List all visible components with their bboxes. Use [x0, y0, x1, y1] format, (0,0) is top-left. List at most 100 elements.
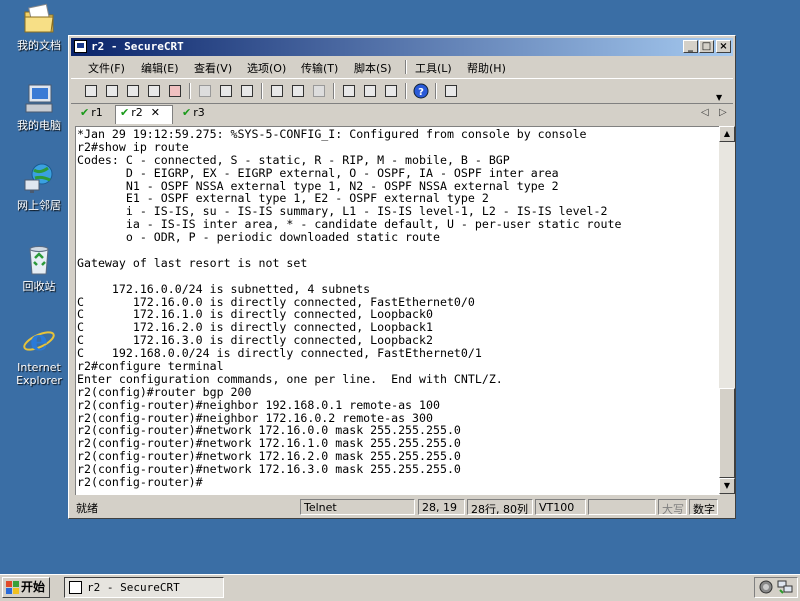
tab-close-icon[interactable]: ✕: [151, 106, 160, 119]
network-places-icon: [22, 162, 56, 196]
window-title: r2 - SecureCRT: [91, 40, 184, 53]
menu-options[interactable]: 选项(O): [247, 60, 286, 76]
terminal-line: D - EIGRP, EX - EIGRP external, O - OSPF…: [77, 165, 559, 180]
status-protocol: Telnet: [300, 499, 415, 515]
terminal-lines: *Jan 29 19:12:59.275: %SYS-5-CONFIG_I: C…: [77, 128, 621, 489]
connected-check-icon: ✔: [182, 106, 192, 119]
scroll-up-button[interactable]: ▲: [719, 126, 735, 142]
tab-label: r3: [193, 106, 205, 119]
tab-scroll-right-icon[interactable]: ▷: [719, 107, 727, 118]
system-tray: [754, 577, 798, 598]
status-ready: 就绪: [76, 502, 98, 515]
print-setup-icon[interactable]: [311, 83, 327, 99]
tab-r1[interactable]: ✔ r1: [77, 106, 114, 123]
maximize-button[interactable]: □: [699, 40, 714, 53]
connect-tab-icon[interactable]: [125, 83, 141, 99]
toolbar-separator: [405, 83, 407, 99]
scroll-thumb[interactable]: [719, 388, 735, 478]
terminal-line: o - ODR, P - periodic downloaded static …: [77, 230, 440, 245]
terminal-scrollbar[interactable]: ▲ ▼: [719, 126, 735, 494]
tab-label: r1: [91, 106, 103, 119]
status-empty-panel: [588, 499, 656, 515]
connected-check-icon: ✔: [80, 106, 90, 119]
close-button[interactable]: ×: [716, 40, 731, 53]
menu-script[interactable]: 脚本(S): [354, 60, 392, 76]
find-icon[interactable]: [239, 83, 255, 99]
desktop-icon-recycle-bin[interactable]: 回收站: [6, 243, 72, 293]
menu-separator: [405, 60, 407, 74]
reconnect-icon[interactable]: [146, 83, 162, 99]
taskbar-item-label: r2 - SecureCRT: [87, 581, 180, 594]
title-bar[interactable]: r2 - SecureCRT _ □ ×: [71, 38, 733, 56]
terminal-line: r2(config-router)#: [77, 475, 203, 490]
my-documents-icon: [22, 2, 56, 36]
help-icon[interactable]: ?: [413, 83, 429, 99]
status-num-lock: 数字: [689, 499, 718, 515]
toolbar-separator: [189, 83, 191, 99]
status-bar: 就绪 Telnet 28, 19 28行, 80列 VT100 大写 数字: [71, 498, 733, 516]
desktop-icon-label: 我的电脑: [17, 119, 61, 132]
desktop-icon-my-computer[interactable]: 我的电脑: [6, 82, 72, 132]
menu-tools[interactable]: 工具(L): [415, 60, 452, 76]
session-options-icon[interactable]: [341, 83, 357, 99]
tab-label: r2: [131, 106, 143, 119]
toolbar-separator: [333, 83, 335, 99]
securecrt-window: r2 - SecureCRT _ □ × 文件(F) 编辑(E) 查看(V) 选…: [68, 35, 736, 519]
tab-r2[interactable]: ✔ r2 ✕: [115, 105, 173, 124]
session-tabs: ✔ r1 ✔ r2 ✕ ✔ r3 ◁ ▷: [71, 104, 733, 124]
taskbar-item-securecrt[interactable]: r2 - SecureCRT: [64, 577, 224, 598]
sftp-icon[interactable]: [443, 83, 459, 99]
scroll-down-button[interactable]: ▼: [719, 478, 735, 494]
disconnect-icon[interactable]: [167, 83, 183, 99]
desktop-icon-label: 网上邻居: [17, 199, 61, 212]
minimize-button[interactable]: _: [683, 40, 698, 53]
toolbar-overflow-icon[interactable]: ▼: [716, 93, 726, 103]
tray-shield-icon[interactable]: [759, 580, 773, 594]
terminal-output[interactable]: *Jan 29 19:12:59.275: %SYS-5-CONFIG_I: C…: [75, 126, 720, 495]
quick-connect-icon[interactable]: [104, 83, 120, 99]
toolbar-separator: [261, 83, 263, 99]
svg-text:e: e: [30, 324, 48, 357]
desktop-icon-my-documents[interactable]: 我的文档: [6, 2, 72, 52]
status-emulation: VT100: [535, 499, 586, 515]
desktop-icon-network-places[interactable]: 网上邻居: [6, 162, 72, 212]
status-cursor-position: 28, 19: [418, 499, 465, 515]
menu-edit[interactable]: 编辑(E): [141, 60, 179, 76]
desktop-icon-label: 我的文档: [17, 39, 61, 52]
svg-text:?: ?: [418, 87, 424, 98]
my-computer-icon: [22, 82, 56, 116]
toolbar-separator: [435, 83, 437, 99]
menu-help[interactable]: 帮助(H): [467, 60, 506, 76]
print-selection-icon[interactable]: [290, 83, 306, 99]
menu-file[interactable]: 文件(F): [88, 60, 125, 76]
terminal-line: r2#show ip route: [77, 139, 189, 154]
terminal-line: r2(config-router)#neighbor 192.168.0.1 r…: [77, 397, 440, 412]
terminal-line: *Jan 29 19:12:59.275: %SYS-5-CONFIG_I: C…: [77, 127, 587, 141]
tab-r3[interactable]: ✔ r3: [179, 106, 216, 123]
terminal-line: r2(config)#router bgp 200: [77, 384, 252, 399]
desktop-icon-label: Internet Explorer: [16, 361, 62, 387]
terminal-line: Codes: C - connected, S - static, R - RI…: [77, 152, 510, 167]
start-button[interactable]: 开始: [2, 577, 50, 598]
menu-transfer[interactable]: 传输(T): [301, 60, 338, 76]
internet-explorer-icon: e: [22, 324, 56, 358]
connect-icon[interactable]: [83, 83, 99, 99]
menu-view[interactable]: 查看(V): [194, 60, 232, 76]
connected-check-icon: ✔: [120, 106, 130, 119]
terminal-line: Enter configuration commands, one per li…: [77, 371, 503, 386]
copy-icon[interactable]: [197, 83, 213, 99]
keymap-icon[interactable]: [383, 83, 399, 99]
paste-icon[interactable]: [218, 83, 234, 99]
tab-scroll-left-icon[interactable]: ◁: [701, 107, 709, 118]
print-icon[interactable]: [269, 83, 285, 99]
toolbar: ? ▼: [71, 78, 733, 104]
desktop-icon-internet-explorer[interactable]: e Internet Explorer: [6, 324, 72, 387]
terminal-line: r2#configure terminal: [77, 359, 224, 374]
tray-network-icon[interactable]: [777, 580, 793, 594]
global-options-icon[interactable]: [362, 83, 378, 99]
start-label: 开始: [21, 580, 46, 594]
recycle-bin-icon: [22, 243, 56, 277]
status-terminal-size: 28行, 80列: [467, 499, 533, 515]
